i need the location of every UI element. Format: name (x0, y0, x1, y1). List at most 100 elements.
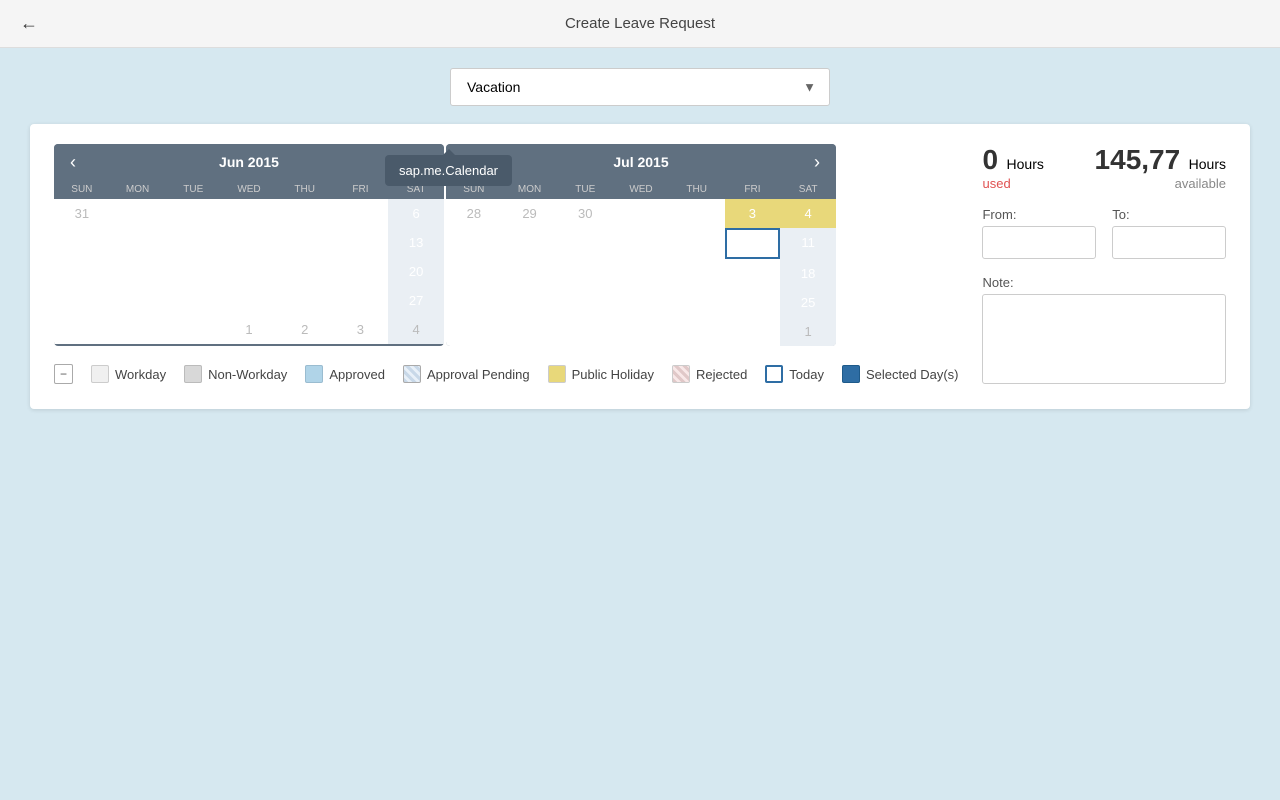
calendar-day[interactable]: 13 (502, 259, 558, 288)
calendar-day[interactable]: 16 (669, 259, 725, 288)
legend-label-public-holiday: Public Holiday (572, 367, 654, 382)
calendar-day[interactable]: 29 (502, 199, 558, 228)
calendar-prev-button[interactable]: ‹ (62, 152, 84, 173)
calendar-day[interactable]: 14 (557, 259, 613, 288)
back-button[interactable]: ← (20, 13, 38, 34)
calendar-day[interactable]: 30 (557, 199, 613, 228)
calendar-next-button[interactable]: › (806, 152, 828, 173)
calendar-day[interactable]: 25 (780, 288, 836, 317)
from-input[interactable] (982, 226, 1096, 259)
calendar-day[interactable]: 10 (221, 228, 277, 257)
calendar-day[interactable]: 23 (165, 286, 221, 315)
calendar-day[interactable]: 20 (388, 257, 444, 286)
calendar-day[interactable]: 29 (110, 315, 166, 344)
calendar-day[interactable]: 31 (54, 199, 110, 228)
calendar-day[interactable]: 14 (54, 257, 110, 286)
calendar-day[interactable]: 2 (669, 199, 725, 228)
calendar-day[interactable]: 5 (333, 199, 389, 228)
to-input[interactable] (1112, 226, 1226, 259)
calendar-day[interactable]: 27 (502, 317, 558, 346)
calendar-day[interactable]: 9 (669, 228, 725, 259)
calendar-day[interactable]: 22 (110, 286, 166, 315)
legend-item-workday: Workday (91, 365, 166, 383)
to-label: To: (1112, 207, 1226, 222)
calendar-day[interactable]: 1 (110, 199, 166, 228)
calendar-day[interactable]: 18 (780, 259, 836, 288)
calendar-day[interactable]: 30 (165, 315, 221, 344)
calendar-day[interactable]: 15 (613, 259, 669, 288)
calendar-day[interactable]: 28 (557, 317, 613, 346)
calendar-jun2015: ‹Jun 2015SUNMONTUEWEDTHUFRISAT3112345678… (54, 144, 444, 346)
calendar-day[interactable]: 26 (446, 317, 502, 346)
calendar-day[interactable]: 11 (780, 228, 836, 259)
calendar-day[interactable]: 12 (446, 259, 502, 288)
calendar-day[interactable]: 21 (54, 286, 110, 315)
calendar-jul2015: Jul 2015›SUNMONTUEWEDTHUFRISAT2829301234… (446, 144, 836, 346)
calendar-day[interactable]: 30 (669, 317, 725, 346)
calendar-title-jun2015: Jun 2015 (219, 154, 279, 170)
hours-used: 0 Hours used (982, 144, 1043, 191)
calendar-day[interactable]: 2 (165, 199, 221, 228)
calendar-day[interactable]: 6 (388, 199, 444, 228)
legend-items: WorkdayNon-WorkdayApprovedApproval Pendi… (91, 365, 958, 383)
legend-item-approved: Approved (305, 365, 385, 383)
calendar-day[interactable]: 5 (446, 228, 502, 259)
calendar-day[interactable]: 3 (725, 199, 781, 228)
hours-available-number: 145,77 (1095, 144, 1181, 175)
calendar-day[interactable]: 26 (333, 286, 389, 315)
calendar-day[interactable]: 24 (725, 288, 781, 317)
leave-type-select[interactable]: Vacation Sick Leave Personal (450, 68, 830, 106)
legend-collapse-button[interactable]: − (54, 364, 73, 384)
calendar-day[interactable]: 17 (221, 257, 277, 286)
calendar-day[interactable]: 3 (221, 199, 277, 228)
calendar-header-jul2015: Jul 2015› (446, 144, 836, 180)
calendar-day[interactable]: 15 (110, 257, 166, 286)
calendar-day[interactable]: 27 (388, 286, 444, 315)
calendar-day[interactable]: 4 (277, 199, 333, 228)
calendar-day[interactable]: 28 (446, 199, 502, 228)
calendar-section: ‹Jun 2015SUNMONTUEWEDTHUFRISAT3112345678… (54, 144, 958, 389)
calendar-day[interactable]: 31 (725, 317, 781, 346)
calendar-day[interactable]: 9 (165, 228, 221, 257)
note-section: Note: (982, 275, 1226, 389)
calendar-day[interactable]: 1 (613, 199, 669, 228)
calendar-day[interactable]: 25 (277, 286, 333, 315)
calendar-day[interactable]: 6 (502, 228, 558, 259)
calendar-day[interactable]: 20 (502, 288, 558, 317)
calendar-day-header: THU (277, 180, 333, 199)
calendar-day[interactable]: 21 (557, 288, 613, 317)
calendar-day[interactable]: 11 (277, 228, 333, 257)
calendar-day[interactable]: 12 (333, 228, 389, 257)
calendar-day[interactable]: 28 (54, 315, 110, 344)
main-card: ‹Jun 2015SUNMONTUEWEDTHUFRISAT3112345678… (30, 124, 1250, 409)
calendar-days-jun2015: 3112345678910111213141516171819202122232… (54, 199, 444, 344)
calendar-day[interactable]: 23 (669, 288, 725, 317)
calendar-day[interactable]: 1 (221, 315, 277, 344)
calendar-day[interactable]: 19 (446, 288, 502, 317)
calendar-day[interactable]: 22 (613, 288, 669, 317)
note-textarea[interactable] (982, 294, 1226, 384)
legend-swatch-rejected (672, 365, 690, 383)
calendar-day[interactable]: 4 (388, 315, 444, 344)
calendar-day[interactable]: 19 (333, 257, 389, 286)
legend-item-approval-pending: Approval Pending (403, 365, 530, 383)
calendar-day[interactable]: 16 (165, 257, 221, 286)
calendar-day[interactable]: 18 (277, 257, 333, 286)
calendar-day[interactable]: 29 (613, 317, 669, 346)
legend-swatch-non-workday (184, 365, 202, 383)
calendar-day[interactable]: 2 (277, 315, 333, 344)
calendar-day-header: SUN (446, 180, 502, 199)
calendar-day[interactable]: 1 (780, 317, 836, 346)
calendar-day[interactable]: 8 (110, 228, 166, 257)
calendar-day[interactable]: 7 (557, 228, 613, 259)
calendar-day[interactable]: 7 (54, 228, 110, 257)
calendar-day[interactable]: 8 (613, 228, 669, 259)
calendar-day[interactable]: 24 (221, 286, 277, 315)
calendar-day[interactable]: 4 (780, 199, 836, 228)
calendar-day[interactable]: 10 (725, 228, 781, 259)
calendar-day-header: MON (110, 180, 166, 199)
calendar-day[interactable]: 13 (388, 228, 444, 257)
calendar-day[interactable]: 3 (333, 315, 389, 344)
calendar-day-header: WED (613, 180, 669, 199)
calendar-day[interactable]: 17 (725, 259, 781, 288)
